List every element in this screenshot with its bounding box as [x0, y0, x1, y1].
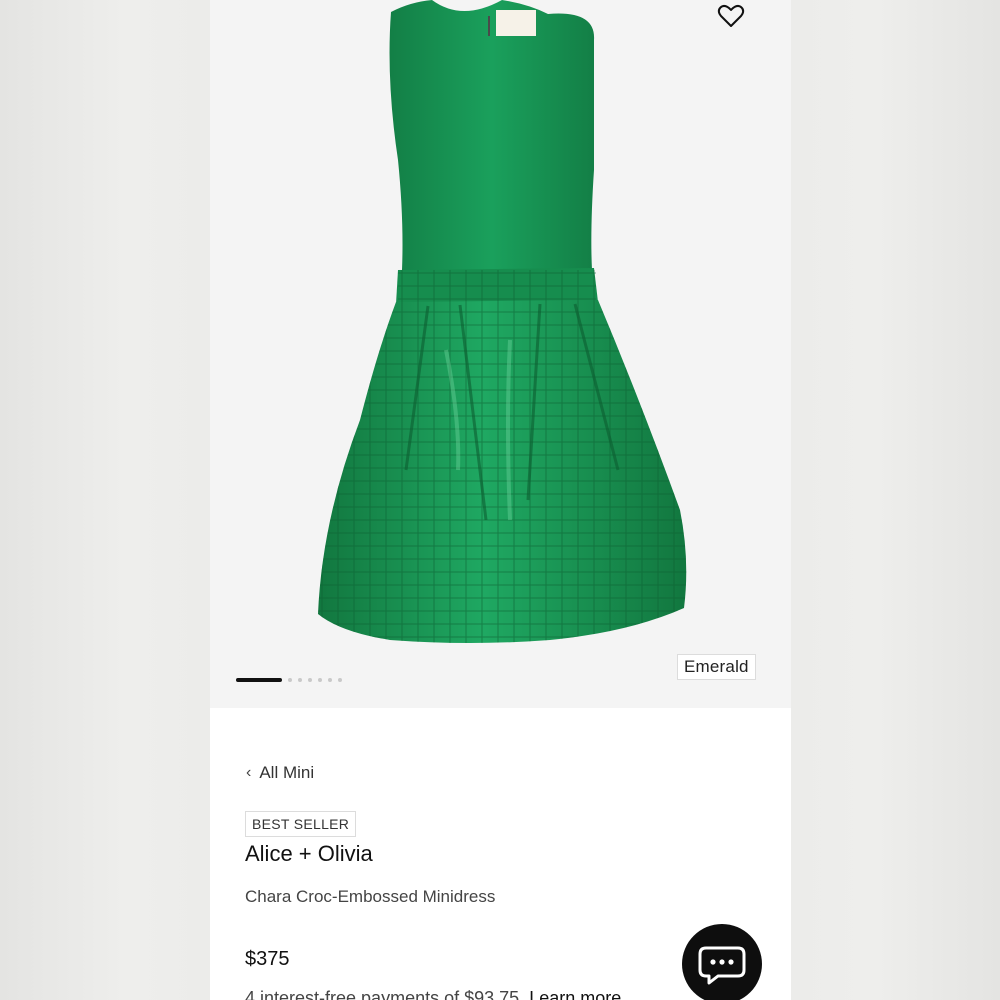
carousel-dot[interactable] [298, 678, 302, 682]
carousel-dot[interactable] [338, 678, 342, 682]
heart-outline-icon [717, 4, 745, 27]
product-image [318, 0, 687, 643]
product-image-gallery[interactable]: Emerald [210, 0, 791, 708]
product-price: $375 [245, 948, 290, 970]
breadcrumb-label[interactable]: All Mini [259, 763, 314, 783]
right-backdrop [791, 0, 1000, 1000]
chevron-left-icon: ‹ [246, 764, 252, 781]
learn-more-link[interactable]: Learn more [529, 988, 621, 1000]
favorite-button[interactable] [716, 2, 746, 30]
best-seller-badge: BEST SELLER [245, 811, 357, 837]
product-name: Chara Croc-Embossed Minidress [245, 887, 496, 906]
carousel-indicator[interactable] [236, 677, 348, 683]
chat-button[interactable] [682, 924, 762, 1000]
product-page: Emerald ‹ All Mini BEST SELLER Alice + O… [210, 0, 791, 1000]
carousel-dot[interactable] [308, 678, 312, 682]
left-backdrop [0, 0, 210, 1000]
carousel-dot-active[interactable] [236, 678, 282, 682]
carousel-dot[interactable] [328, 678, 332, 682]
breadcrumb[interactable]: ‹ All Mini [246, 763, 314, 783]
installments-info: 4 interest-free payments of $93.75. Lear… [245, 988, 621, 1000]
brand-name[interactable]: Alice + Olivia [245, 841, 373, 867]
carousel-dot[interactable] [318, 678, 322, 682]
carousel-dot[interactable] [288, 678, 292, 682]
chat-bubble-icon [698, 946, 746, 985]
color-label: Emerald [677, 654, 756, 680]
installments-text: 4 interest-free payments of $93.75. [245, 988, 525, 1000]
